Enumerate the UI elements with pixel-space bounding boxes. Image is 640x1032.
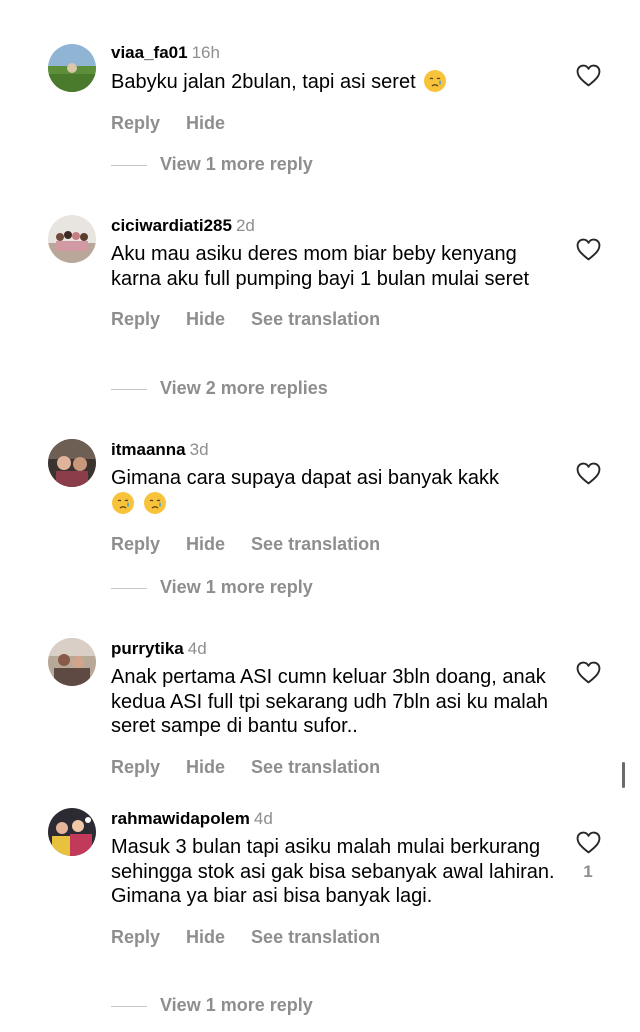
avatar[interactable] bbox=[48, 44, 96, 92]
view-more-replies[interactable]: View 2 more replies bbox=[111, 377, 328, 399]
see-translation-button[interactable]: See translation bbox=[251, 534, 380, 554]
username[interactable]: ciciwardiati285 bbox=[111, 216, 232, 235]
reply-button[interactable]: Reply bbox=[111, 534, 160, 554]
divider-line bbox=[111, 1005, 147, 1007]
heart-outline-icon bbox=[576, 661, 600, 684]
view-more-replies[interactable]: View 1 more reply bbox=[111, 576, 313, 598]
heart-outline-icon bbox=[576, 64, 600, 87]
heart-outline-icon bbox=[576, 238, 600, 261]
comment-actions: Reply Hide bbox=[111, 112, 561, 134]
like-button[interactable] bbox=[575, 661, 601, 684]
comment-body: viaa_fa01 16h Babyku jalan 2bulan, tapi a… bbox=[111, 42, 561, 134]
timestamp: 16h bbox=[191, 43, 220, 62]
comment-meta: viaa_fa01 16h bbox=[111, 42, 561, 64]
comment-meta: ciciwardiati285 2d bbox=[111, 215, 561, 237]
comment-actions: Reply Hide See translation bbox=[111, 926, 561, 948]
like-count: 1 bbox=[583, 862, 593, 881]
timestamp: 4d bbox=[187, 639, 207, 658]
see-translation-button[interactable]: See translation bbox=[251, 309, 380, 329]
see-translation-button[interactable]: See translation bbox=[251, 927, 380, 947]
view-more-label: View 1 more reply bbox=[160, 995, 313, 1015]
scrollbar[interactable] bbox=[622, 762, 625, 788]
hide-button[interactable]: Hide bbox=[186, 534, 225, 554]
view-more-label: View 2 more replies bbox=[160, 378, 328, 398]
comment-text: Gimana cara supaya dapat asi banyak kakk bbox=[111, 466, 561, 516]
comment-text: Anak pertama ASI cumn keluar 3bln doang,… bbox=[111, 665, 561, 739]
comment-text-content: Babyku jalan 2bulan, tapi asi seret bbox=[111, 71, 416, 93]
timestamp: 3d bbox=[189, 440, 209, 459]
hide-button[interactable]: Hide bbox=[186, 757, 225, 777]
hide-button[interactable]: Hide bbox=[186, 927, 225, 947]
view-more-label: View 1 more reply bbox=[160, 154, 313, 174]
see-translation-button[interactable]: See translation bbox=[251, 757, 380, 777]
view-more-replies[interactable]: View 1 more reply bbox=[111, 994, 313, 1016]
avatar[interactable] bbox=[48, 439, 96, 487]
comment-actions: Reply Hide See translation bbox=[111, 308, 561, 330]
divider-line bbox=[111, 388, 147, 390]
comment-body: itmaanna 3d Gimana cara supaya dapat asi … bbox=[111, 439, 561, 555]
like-button[interactable] bbox=[575, 64, 601, 87]
comments-list: viaa_fa01 16h Babyku jalan 2bulan, tapi a… bbox=[0, 0, 640, 1032]
username[interactable]: itmaanna bbox=[111, 440, 186, 459]
divider-line bbox=[111, 587, 147, 589]
comment-actions: Reply Hide See translation bbox=[111, 533, 561, 555]
avatar[interactable] bbox=[48, 638, 96, 686]
crying-face-emoji-icon bbox=[424, 70, 447, 92]
comment-body: rahmawidapolem 4d Masuk 3 bulan tapi asik… bbox=[111, 808, 561, 948]
username[interactable]: purrytika bbox=[111, 639, 184, 658]
view-more-label: View 1 more reply bbox=[160, 577, 313, 597]
heart-outline-icon bbox=[576, 831, 600, 854]
comment-text: Aku mau asiku deres mom biar beby kenyan… bbox=[111, 242, 561, 291]
comment-text-content: Aku mau asiku deres mom biar beby kenyan… bbox=[111, 243, 530, 290]
hide-button[interactable]: Hide bbox=[186, 113, 225, 133]
reply-button[interactable]: Reply bbox=[111, 927, 160, 947]
comment-meta: itmaanna 3d bbox=[111, 439, 561, 461]
comment-text-content: Masuk 3 bulan tapi asiku malah mulai ber… bbox=[111, 836, 555, 907]
avatar[interactable] bbox=[48, 215, 96, 263]
comment-text: Babyku jalan 2bulan, tapi asi seret bbox=[111, 69, 561, 95]
comment-text: Masuk 3 bulan tapi asiku malah mulai ber… bbox=[111, 835, 561, 909]
avatar[interactable] bbox=[48, 808, 96, 856]
crying-face-emoji-icon bbox=[112, 491, 134, 514]
comment-meta: purrytika 4d bbox=[111, 638, 561, 660]
username[interactable]: rahmawidapolem bbox=[111, 809, 250, 828]
comment-text-content: Gimana cara supaya dapat asi banyak kakk bbox=[111, 467, 499, 489]
comment-meta: rahmawidapolem 4d bbox=[111, 808, 561, 830]
timestamp: 2d bbox=[235, 216, 255, 235]
heart-outline-icon bbox=[576, 462, 600, 485]
view-more-replies[interactable]: View 1 more reply bbox=[111, 153, 313, 175]
like-button[interactable]: 1 bbox=[575, 831, 601, 882]
reply-button[interactable]: Reply bbox=[111, 309, 160, 329]
comment-actions: Reply Hide See translation bbox=[111, 756, 561, 778]
reply-button[interactable]: Reply bbox=[111, 113, 160, 133]
like-button[interactable] bbox=[575, 238, 601, 261]
hide-button[interactable]: Hide bbox=[186, 309, 225, 329]
comment-body: purrytika 4d Anak pertama ASI cumn keluar… bbox=[111, 638, 561, 778]
comment-body: ciciwardiati285 2d Aku mau asiku deres mo… bbox=[111, 215, 561, 330]
reply-button[interactable]: Reply bbox=[111, 757, 160, 777]
like-button[interactable] bbox=[575, 462, 601, 485]
username[interactable]: viaa_fa01 bbox=[111, 43, 188, 62]
crying-face-emoji-icon bbox=[143, 491, 166, 514]
comment-text-content: Anak pertama ASI cumn keluar 3bln doang,… bbox=[111, 666, 548, 737]
divider-line bbox=[111, 164, 147, 166]
timestamp: 4d bbox=[253, 809, 273, 828]
